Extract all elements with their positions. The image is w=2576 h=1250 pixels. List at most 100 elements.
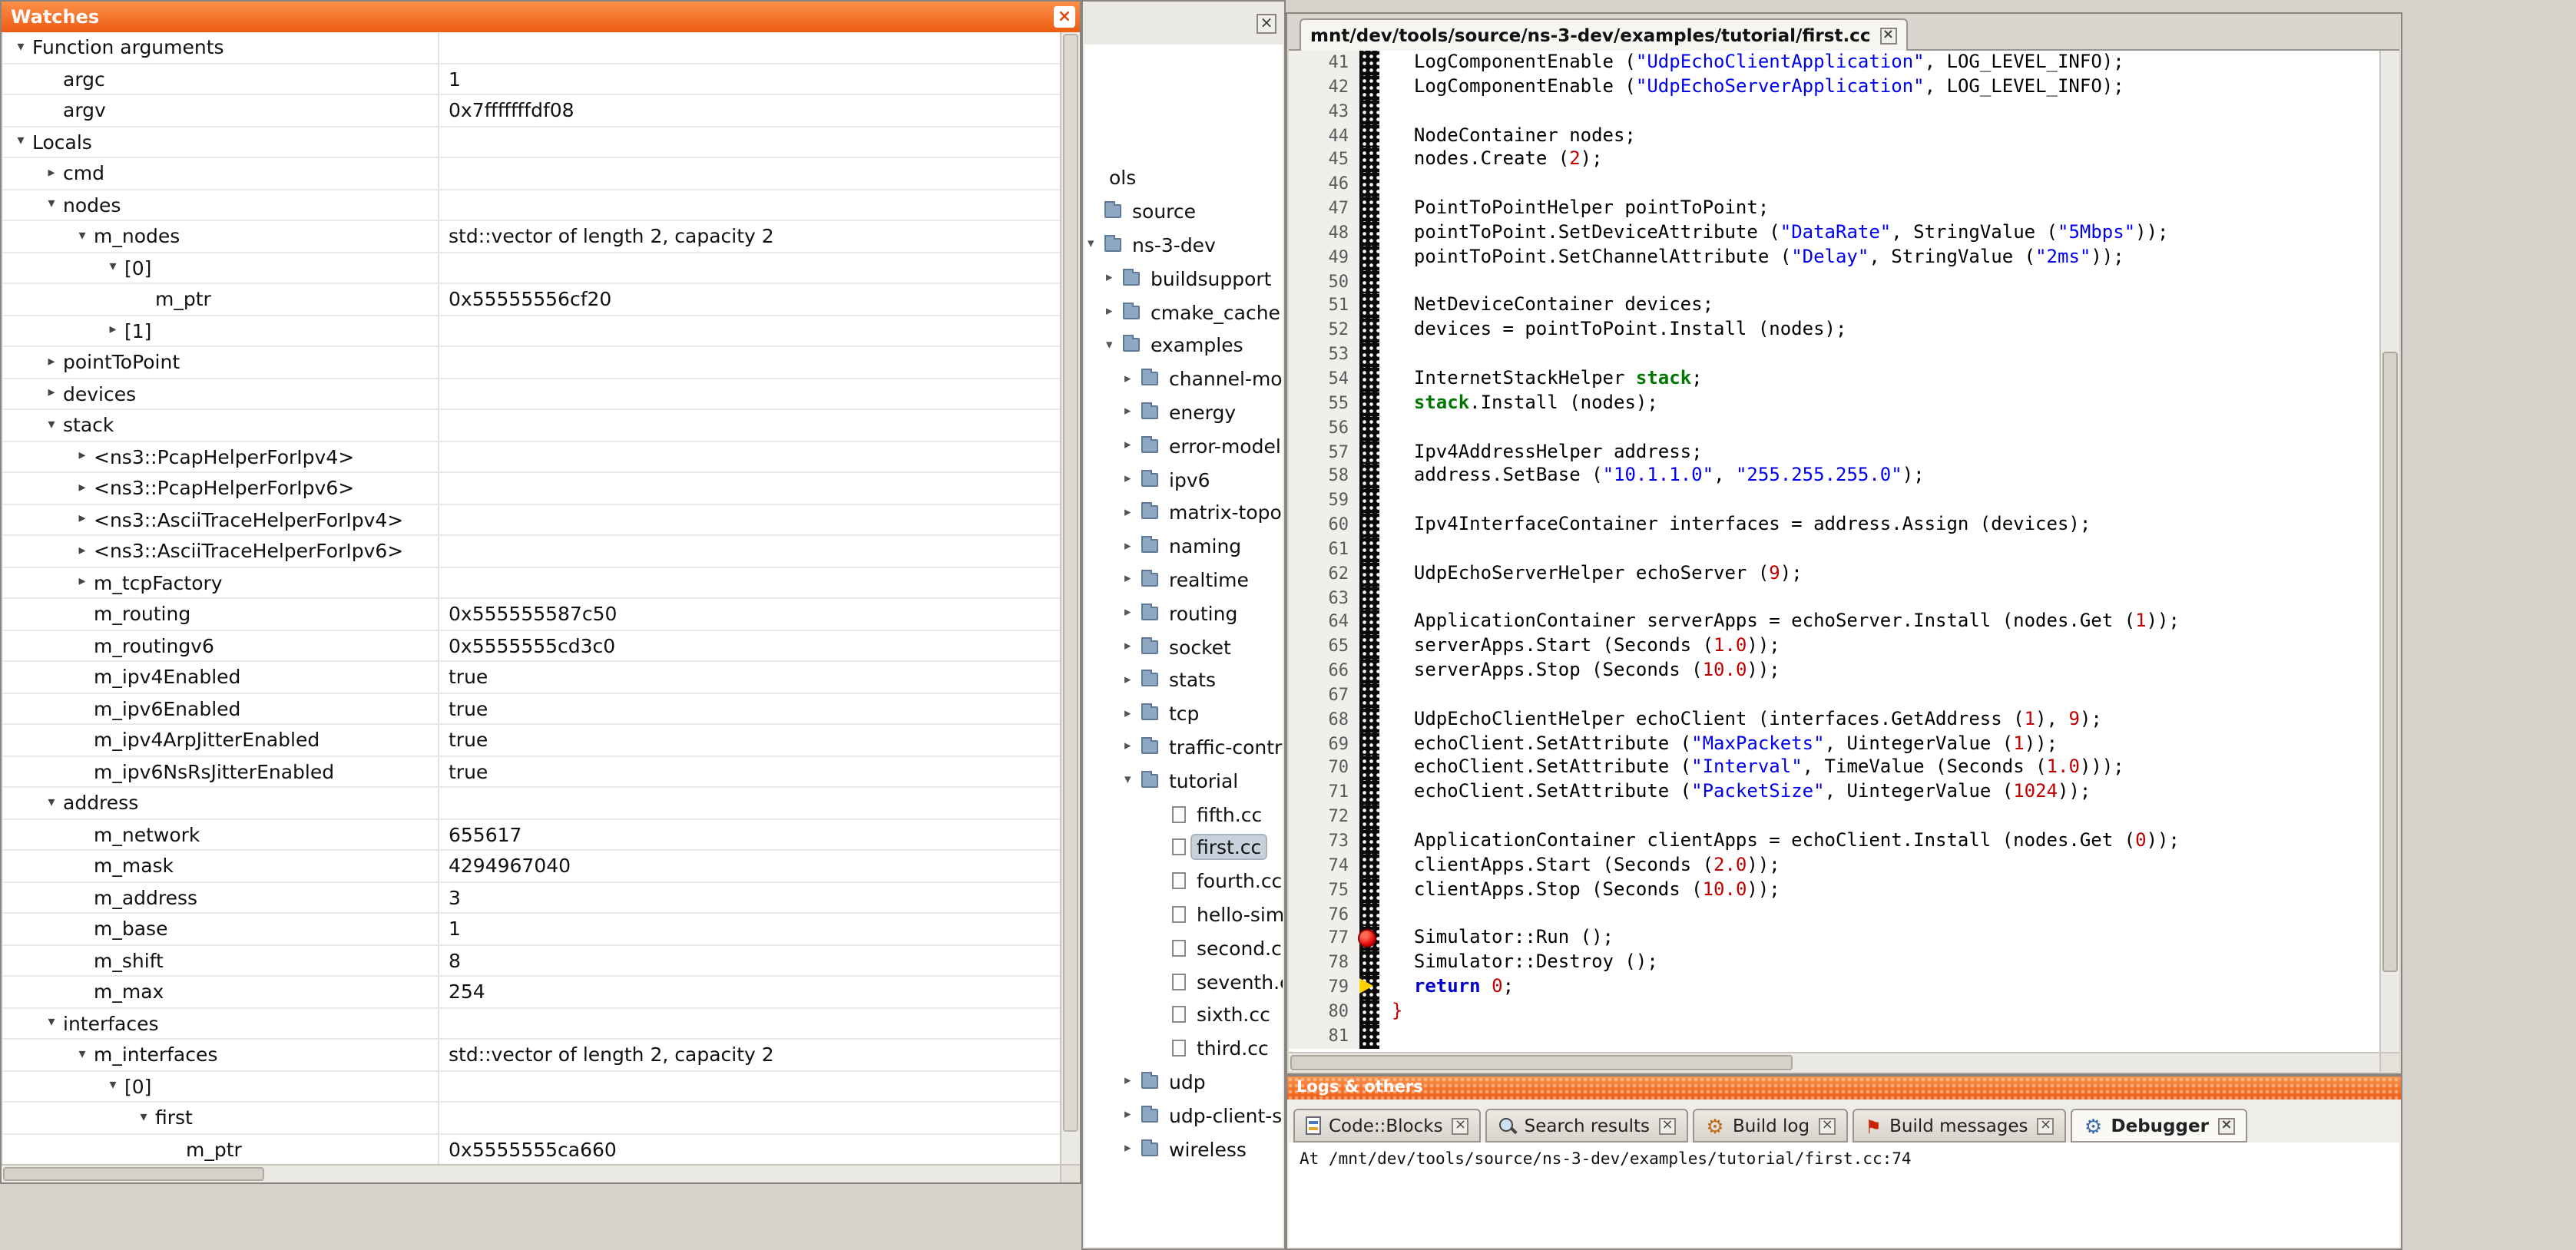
breakpoint-margin[interactable] <box>1359 415 1379 440</box>
code-line[interactable]: 51 NetDeviceContainer devices; <box>1289 294 2379 319</box>
collapse-icon[interactable]: ▾ <box>132 1110 155 1126</box>
watch-row[interactable]: m_max254 <box>3 977 1060 1008</box>
tree-item[interactable]: source <box>1084 195 1283 229</box>
tree-item[interactable]: first.cc <box>1084 831 1283 865</box>
breakpoint-margin[interactable] <box>1359 124 1379 148</box>
collapse-icon[interactable]: ▾ <box>9 134 32 150</box>
expand-icon[interactable]: ▸ <box>1124 1074 1141 1090</box>
watch-row[interactable]: ▾interfaces <box>3 1008 1060 1040</box>
collapse-icon[interactable]: ▾ <box>1124 772 1141 788</box>
watch-row[interactable]: ▸<ns3::AsciiTraceHelperForIpv6> <box>3 536 1060 567</box>
line-number[interactable]: 72 <box>1289 805 1359 829</box>
breakpoint-margin[interactable] <box>1359 342 1379 367</box>
code-line[interactable]: 71 echoClient.SetAttribute ("PacketSize"… <box>1289 781 2379 805</box>
tree-item[interactable]: ▸naming <box>1084 530 1283 564</box>
breakpoint-margin[interactable] <box>1359 75 1379 100</box>
expand-icon[interactable]: ▸ <box>1124 538 1141 554</box>
code-line[interactable]: 48 pointToPoint.SetDeviceAttribute ("Dat… <box>1289 221 2379 246</box>
tree-item[interactable]: ols <box>1084 161 1283 195</box>
breakpoint-margin[interactable] <box>1359 854 1379 878</box>
line-number[interactable]: 74 <box>1289 854 1359 878</box>
tree-item[interactable]: ▸stats <box>1084 663 1283 697</box>
watch-row[interactable]: ▸m_tcpFactory <box>3 567 1060 599</box>
watch-row[interactable]: argc1 <box>3 64 1060 95</box>
expand-icon[interactable]: ▸ <box>1124 405 1141 420</box>
editor-vertical-scrollbar[interactable] <box>2379 51 2399 1052</box>
line-number[interactable]: 50 <box>1289 270 1359 294</box>
close-icon[interactable] <box>2218 1117 2235 1134</box>
watch-row[interactable]: m_ipv6NsRsJitterEnabledtrue <box>3 756 1060 788</box>
code-line[interactable]: 41 LogComponentEnable ("UdpEchoClientApp… <box>1289 51 2379 75</box>
expand-icon[interactable]: ▸ <box>1106 304 1123 319</box>
watch-row[interactable]: ▾address <box>3 788 1060 819</box>
breakpoint-margin[interactable] <box>1359 294 1379 319</box>
line-number[interactable]: 54 <box>1289 367 1359 392</box>
code-line[interactable]: 58 address.SetBase ("10.1.1.0", "255.255… <box>1289 465 2379 489</box>
editor-horizontal-scrollbar[interactable] <box>1289 1052 2379 1072</box>
code-line[interactable]: 76 <box>1289 902 2379 927</box>
line-number[interactable]: 64 <box>1289 610 1359 635</box>
watch-row[interactable]: m_ipv4ArpJitterEnabledtrue <box>3 725 1060 756</box>
line-number[interactable]: 47 <box>1289 197 1359 221</box>
tree-item[interactable]: fourth.cc <box>1084 864 1283 898</box>
code-line[interactable]: 78 Simulator::Destroy (); <box>1289 951 2379 975</box>
watch-row[interactable]: ▸<ns3::PcapHelperForIpv4> <box>3 441 1060 473</box>
line-number[interactable]: 57 <box>1289 440 1359 465</box>
tree-item[interactable]: ▸matrix-topol <box>1084 496 1283 530</box>
code-line[interactable]: 77 Simulator::Run (); <box>1289 927 2379 951</box>
breakpoint-margin[interactable] <box>1359 732 1379 756</box>
line-number[interactable]: 77 <box>1289 927 1359 951</box>
code-line[interactable]: 46 <box>1289 172 2379 197</box>
tree-item[interactable]: second.cc <box>1084 931 1283 965</box>
collapse-icon[interactable]: ▾ <box>101 1079 124 1094</box>
line-number[interactable]: 79 <box>1289 975 1359 1000</box>
collapse-icon[interactable]: ▾ <box>101 260 124 276</box>
tree-item[interactable]: ▸udp-client-ser <box>1084 1099 1283 1133</box>
code-line[interactable]: 79 return 0; <box>1289 975 2379 1000</box>
code-line[interactable]: 50 <box>1289 270 2379 294</box>
scrollbar-thumb[interactable] <box>1063 34 1078 1132</box>
watch-row[interactable]: m_ptr0x55555556cf20 <box>3 284 1060 316</box>
line-number[interactable]: 42 <box>1289 75 1359 100</box>
tab-debugger[interactable]: Debugger <box>2071 1109 2247 1143</box>
collapse-icon[interactable]: ▾ <box>71 1047 94 1063</box>
watch-row[interactable]: ▸pointToPoint <box>3 347 1060 379</box>
expand-icon[interactable]: ▸ <box>101 323 124 339</box>
breakpoint-margin[interactable] <box>1359 99 1379 124</box>
code-line[interactable]: 43 <box>1289 99 2379 124</box>
code-line[interactable]: 55 stack.Install (nodes); <box>1289 392 2379 416</box>
collapse-icon[interactable]: ▾ <box>1106 338 1123 353</box>
line-number[interactable]: 68 <box>1289 708 1359 732</box>
code-line[interactable]: 69 echoClient.SetAttribute ("MaxPackets"… <box>1289 732 2379 756</box>
line-number[interactable]: 59 <box>1289 488 1359 513</box>
breakpoint-margin[interactable] <box>1359 659 1379 683</box>
breakpoint-margin[interactable] <box>1359 537 1379 562</box>
watches-horizontal-scrollbar[interactable] <box>2 1164 1060 1182</box>
watch-row[interactable]: ▾nodes <box>3 190 1060 221</box>
code-line[interactable]: 42 LogComponentEnable ("UdpEchoServerApp… <box>1289 75 2379 100</box>
expand-icon[interactable]: ▸ <box>1124 706 1141 721</box>
breakpoint-margin[interactable] <box>1359 708 1379 732</box>
breakpoint-margin[interactable] <box>1359 440 1379 465</box>
line-number[interactable]: 55 <box>1289 392 1359 416</box>
expand-icon[interactable]: ▸ <box>40 355 63 370</box>
code-line[interactable]: 81 <box>1289 1024 2379 1049</box>
close-icon[interactable] <box>1054 6 1075 28</box>
watch-row[interactable]: m_mask4294967040 <box>3 851 1060 882</box>
line-number[interactable]: 56 <box>1289 415 1359 440</box>
scrollbar-thumb[interactable] <box>3 1167 264 1181</box>
expand-icon[interactable]: ▸ <box>1124 1141 1141 1156</box>
line-number[interactable]: 51 <box>1289 294 1359 319</box>
watch-row[interactable]: ▾first <box>3 1103 1060 1134</box>
expand-icon[interactable]: ▸ <box>71 575 94 590</box>
line-number[interactable]: 76 <box>1289 902 1359 927</box>
code-line[interactable]: 74 clientApps.Start (Seconds (2.0)); <box>1289 854 2379 878</box>
breakpoint-margin[interactable] <box>1359 902 1379 927</box>
watches-vertical-scrollbar[interactable] <box>1060 32 1080 1164</box>
breakpoint-margin[interactable] <box>1359 392 1379 416</box>
expand-icon[interactable]: ▸ <box>1124 606 1141 621</box>
expand-icon[interactable]: ▸ <box>71 481 94 496</box>
code-line[interactable]: 68 UdpEchoClientHelper echoClient (inter… <box>1289 708 2379 732</box>
breakpoint-margin[interactable] <box>1359 756 1379 781</box>
collapse-icon[interactable]: ▾ <box>1088 237 1104 253</box>
